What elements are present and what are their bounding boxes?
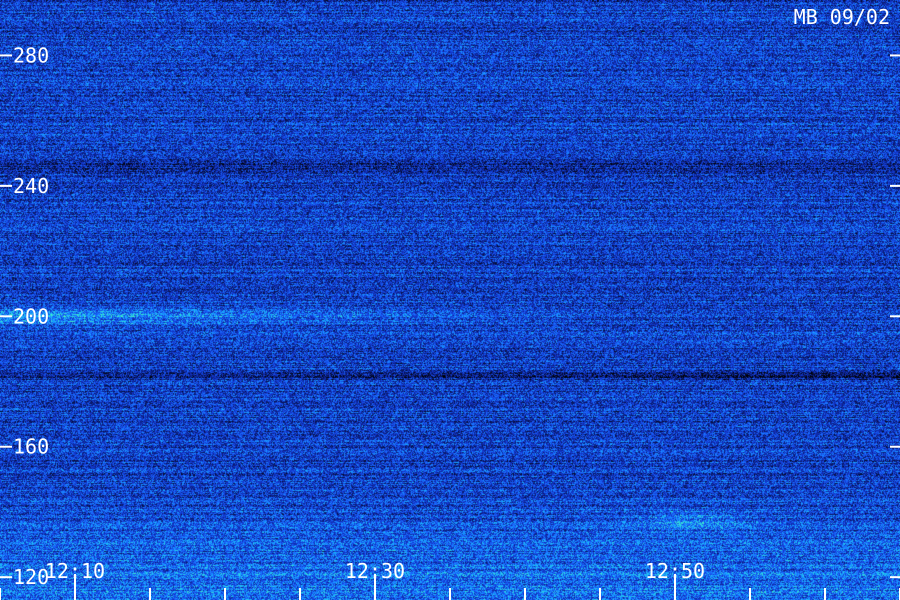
y-tick-label: 240 bbox=[13, 174, 49, 198]
stamp-label: MB 09/02 bbox=[794, 5, 890, 29]
x-axis: 12:10 12:30 12:50 bbox=[0, 559, 900, 600]
y-tick-label: 160 bbox=[13, 435, 49, 459]
spectrogram: MB 09/02 280 240 200 160 120 12:10 12:30 12:50 bbox=[0, 0, 900, 600]
y-tick-label: 120 bbox=[13, 565, 49, 589]
y-axis: 280 240 200 160 120 bbox=[0, 43, 900, 589]
x-tick-label: 12:10 bbox=[45, 559, 105, 583]
y-tick-label: 280 bbox=[13, 43, 49, 67]
x-tick-label: 12:30 bbox=[345, 559, 405, 583]
x-tick-label: 12:50 bbox=[645, 559, 705, 583]
y-tick-label: 200 bbox=[13, 304, 49, 328]
chart-overlay: MB 09/02 280 240 200 160 120 12:10 12:30 12:50 bbox=[0, 5, 900, 600]
